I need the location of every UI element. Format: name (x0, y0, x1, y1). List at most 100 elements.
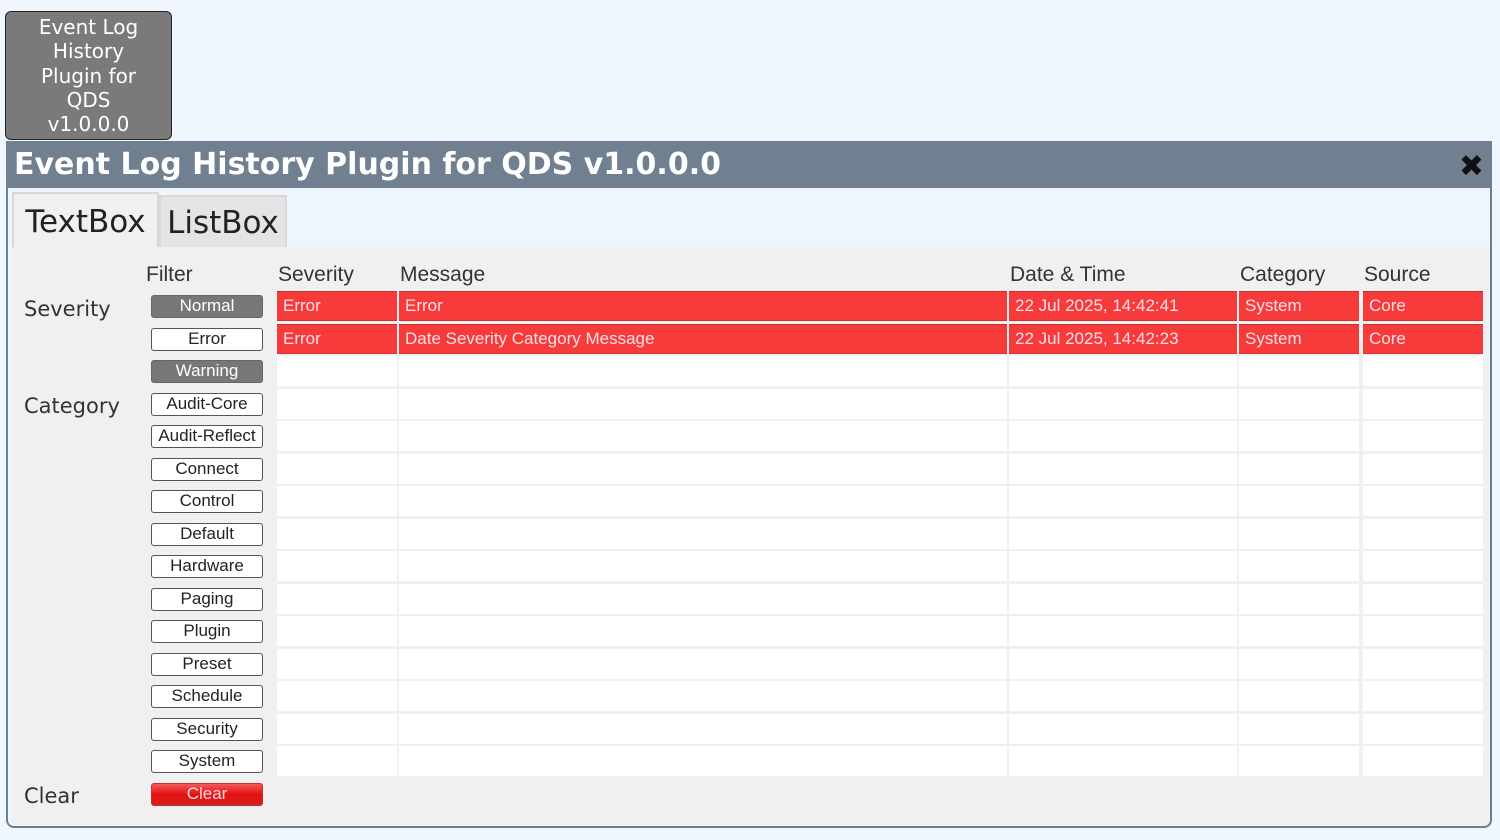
filter-header: Filter (146, 263, 193, 286)
severity-label: Severity (24, 297, 111, 321)
cell-category: System (1239, 323, 1359, 354)
cell-source (1363, 746, 1483, 776)
cell-source (1363, 648, 1483, 679)
cell-message (399, 648, 1007, 679)
cell-datetime (1009, 388, 1237, 419)
cell-source (1363, 453, 1483, 484)
cell-source (1363, 356, 1483, 386)
cell-message (399, 388, 1007, 419)
cell-message (399, 421, 1007, 451)
cell-datetime (1009, 453, 1237, 484)
column-header-source: Source (1364, 263, 1431, 286)
cell-category (1239, 583, 1359, 614)
cell-source (1363, 583, 1483, 614)
column-header-category: Category (1240, 263, 1326, 286)
cell-datetime (1009, 486, 1237, 516)
filter-button-paging[interactable]: Paging (151, 587, 263, 611)
filter-button-audit-reflect[interactable]: Audit-Reflect (151, 425, 263, 448)
cell-severity (277, 551, 397, 581)
filter-button-system[interactable]: System (151, 750, 263, 773)
cell-severity (277, 713, 397, 744)
cell-category (1239, 388, 1359, 419)
clear-button[interactable]: Clear (151, 783, 263, 806)
column-header-datetime: Date & Time (1010, 263, 1126, 286)
cell-source (1363, 388, 1483, 419)
close-icon[interactable]: ✖ (1459, 149, 1484, 184)
cell-source (1363, 421, 1483, 451)
cell-datetime: 22 Jul 2025, 14:42:23 (1009, 323, 1237, 354)
cell-severity (277, 356, 397, 386)
cell-datetime (1009, 421, 1237, 451)
cell-datetime (1009, 681, 1237, 711)
cell-category (1239, 453, 1359, 484)
cell-severity (277, 583, 397, 614)
cell-severity (277, 616, 397, 646)
column-header-severity: Severity (278, 263, 354, 286)
cell-datetime (1009, 713, 1237, 744)
filter-button-schedule[interactable]: Schedule (151, 685, 263, 708)
cell-datetime (1009, 616, 1237, 646)
cell-severity (277, 681, 397, 711)
cell-category: System (1239, 291, 1359, 321)
column-header-message: Message (400, 263, 486, 286)
filter-button-connect[interactable]: Connect (151, 457, 263, 481)
cell-message: Date Severity Category Message (399, 323, 1007, 354)
launcher-line: v1.0.0.0 (47, 112, 130, 137)
cell-source (1363, 551, 1483, 581)
cell-datetime (1009, 518, 1237, 549)
plugin-window: Event Log History Plugin for QDS v1.0.0.… (6, 141, 1492, 828)
filter-button-control[interactable]: Control (151, 490, 263, 513)
cell-severity (277, 518, 397, 549)
launcher-line: History (52, 39, 125, 64)
cell-severity (277, 486, 397, 516)
filter-button-error[interactable]: Error (151, 327, 263, 351)
cell-message (399, 746, 1007, 776)
tab-textbox[interactable]: TextBox (12, 192, 159, 250)
cell-datetime (1009, 356, 1237, 386)
launcher-line: QDS (66, 87, 111, 112)
cell-message (399, 583, 1007, 614)
cell-source: Core (1363, 291, 1483, 321)
cell-datetime (1009, 746, 1237, 776)
cell-message (399, 713, 1007, 744)
clear-label: Clear (24, 784, 79, 808)
cell-category (1239, 681, 1359, 711)
cell-message (399, 616, 1007, 646)
filter-button-warning[interactable]: Warning (151, 360, 263, 383)
filter-button-default[interactable]: Default (151, 522, 263, 546)
launcher-line: Plugin for (40, 63, 137, 88)
cell-category (1239, 518, 1359, 549)
cell-category (1239, 551, 1359, 581)
cell-source (1363, 518, 1483, 549)
cell-severity (277, 421, 397, 451)
filter-button-preset[interactable]: Preset (151, 652, 263, 676)
filter-button-hardware[interactable]: Hardware (151, 555, 263, 578)
cell-message: Error (399, 291, 1007, 321)
cell-severity (277, 388, 397, 419)
launcher-button[interactable]: Event Log History Plugin for QDS v1.0.0.… (5, 11, 172, 140)
cell-source: Core (1363, 323, 1483, 354)
tab-listbox[interactable]: ListBox (159, 195, 287, 247)
cell-category (1239, 713, 1359, 744)
cell-datetime: 22 Jul 2025, 14:42:41 (1009, 291, 1237, 321)
filter-button-plugin[interactable]: Plugin (151, 620, 263, 643)
window-title: Event Log History Plugin for QDS v1.0.0.… (14, 147, 721, 182)
cell-category (1239, 616, 1359, 646)
cell-category (1239, 648, 1359, 679)
filter-button-security[interactable]: Security (151, 717, 263, 741)
cell-category (1239, 421, 1359, 451)
tab-content: Severity Category Clear Filter Severity … (12, 247, 1490, 825)
filter-button-normal[interactable]: Normal (151, 295, 263, 318)
cell-category (1239, 746, 1359, 776)
filter-button-audit-core[interactable]: Audit-Core (151, 392, 263, 416)
cell-message (399, 486, 1007, 516)
cell-severity (277, 453, 397, 484)
cell-source (1363, 713, 1483, 744)
launcher-line: Event Log (38, 15, 139, 39)
cell-source (1363, 681, 1483, 711)
cell-datetime (1009, 648, 1237, 679)
cell-source (1363, 486, 1483, 516)
cell-source (1363, 616, 1483, 646)
cell-message (399, 453, 1007, 484)
category-label: Category (24, 394, 120, 418)
